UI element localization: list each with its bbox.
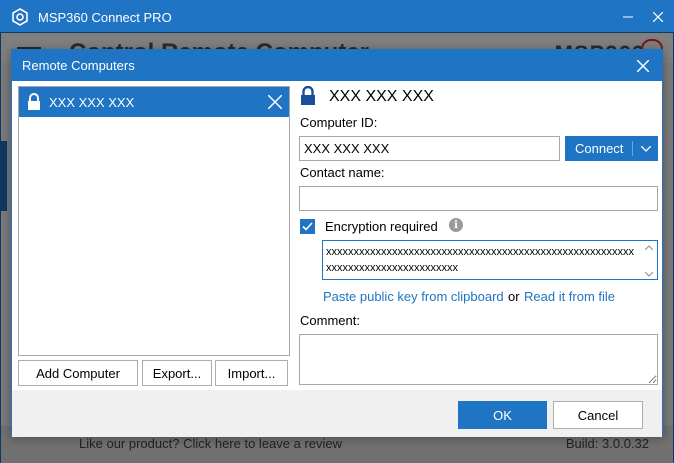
close-icon [268, 95, 282, 109]
connect-dropdown[interactable] [640, 143, 652, 155]
close-window-button[interactable] [643, 1, 673, 33]
lock-icon [301, 86, 315, 105]
ok-button[interactable]: OK [458, 401, 547, 429]
list-item-label: XXX XXX XXX [49, 94, 135, 110]
minimize-button[interactable] [613, 1, 643, 33]
list-item[interactable]: XXX XXX XXX [19, 87, 289, 117]
close-icon [637, 60, 649, 72]
encryption-label[interactable]: Encryption required [325, 219, 438, 234]
computer-id-field[interactable] [299, 136, 560, 161]
export-button[interactable]: Export... [142, 360, 212, 386]
remove-computer-button[interactable] [265, 92, 285, 112]
dialog-footer: OK Cancel [12, 390, 662, 437]
public-key-scrollbar[interactable] [644, 245, 654, 277]
comment-label: Comment: [300, 313, 360, 328]
minimize-icon [623, 16, 633, 18]
msp360-logo-icon [12, 8, 28, 26]
chevron-down-icon [641, 146, 651, 152]
computer-title: XXX XXX XXX [329, 88, 434, 105]
encryption-checkbox[interactable] [300, 219, 315, 234]
public-key-text: xxxxxxxxxxxxxxxxxxxxxxxxxxxxxxxxxxxxxxxx… [326, 246, 634, 274]
checkmark-icon [302, 222, 313, 231]
comment-field[interactable] [299, 334, 658, 385]
computer-list[interactable]: XXX XXX XXX [18, 86, 290, 356]
connect-split-divider [632, 141, 633, 156]
remote-computers-dialog: Remote Computers XXX XXX XXX Add Compute… [11, 49, 663, 437]
app-titlebar: MSP360 Connect PRO [1, 1, 673, 33]
app-title: MSP360 Connect PRO [38, 9, 172, 25]
lock-icon [28, 93, 40, 110]
computer-id-label: Computer ID: [300, 115, 378, 130]
add-computer-button[interactable]: Add Computer [18, 360, 138, 386]
import-button[interactable]: Import... [215, 360, 288, 386]
paste-key-link[interactable]: Paste public key from clipboard [323, 289, 504, 304]
close-icon [653, 12, 663, 22]
or-text: or [508, 289, 520, 304]
window-controls [613, 1, 673, 33]
contact-name-field[interactable] [299, 186, 658, 211]
chevron-up-icon[interactable] [645, 245, 653, 250]
cancel-button[interactable]: Cancel [553, 401, 643, 429]
info-icon[interactable]: i [449, 218, 463, 232]
dialog-title: Remote Computers [22, 58, 135, 73]
connect-button-label: Connect [575, 141, 624, 156]
public-key-field[interactable]: xxxxxxxxxxxxxxxxxxxxxxxxxxxxxxxxxxxxxxxx… [322, 240, 658, 280]
chevron-down-icon[interactable] [645, 272, 653, 277]
read-key-file-link[interactable]: Read it from file [524, 289, 615, 304]
contact-name-label: Contact name: [300, 165, 385, 180]
dialog-titlebar: Remote Computers [12, 50, 662, 81]
dialog-close-button[interactable] [634, 57, 652, 75]
connect-button[interactable]: Connect [565, 136, 658, 161]
